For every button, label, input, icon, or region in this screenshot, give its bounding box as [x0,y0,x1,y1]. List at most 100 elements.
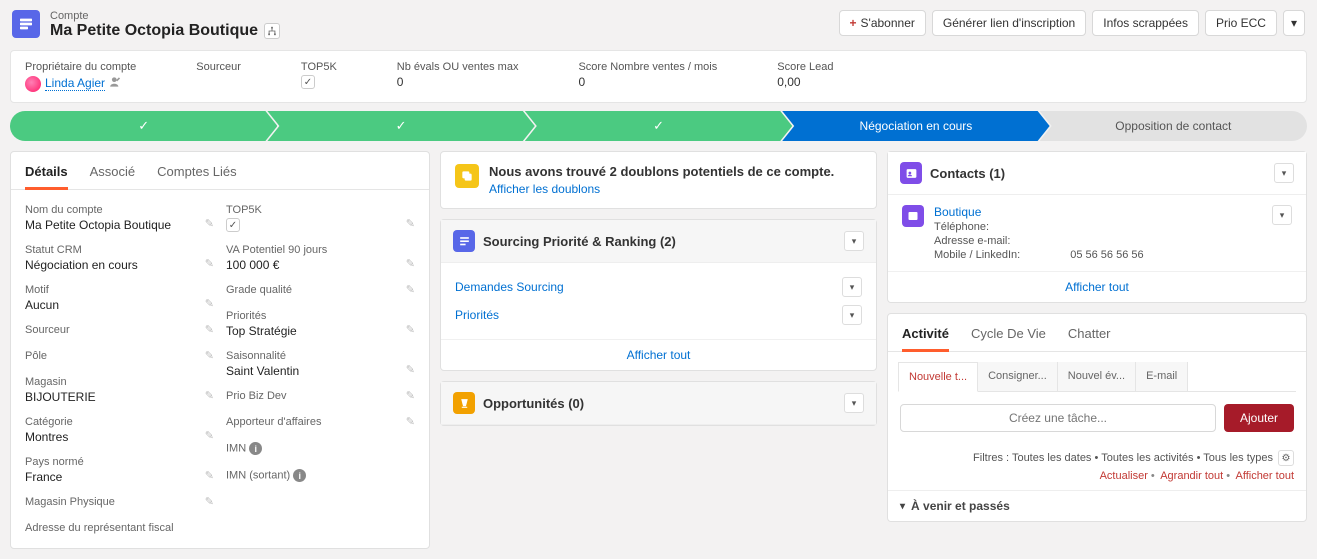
sourcing-card: Sourcing Priorité & Ranking (2) ▾ Demand… [440,219,877,371]
check-icon: ✓ [653,118,664,134]
edit-icon[interactable]: ✎ [406,363,415,376]
subtab-nouvel-evenement[interactable]: Nouvel év... [1058,362,1136,391]
tab-cycle-vie[interactable]: Cycle De Vie [971,314,1046,351]
contacts-menu-button[interactable]: ▾ [1274,163,1294,183]
hl-owner: Propriétaire du compte Linda Agier [25,61,136,92]
info-icon[interactable]: i [293,469,306,482]
contact-row-menu-button[interactable]: ▾ [1272,205,1292,225]
contact-name-link[interactable]: Boutique [934,205,981,219]
hl-top5k: TOP5K ✓ [301,61,337,92]
tab-associe[interactable]: Associé [90,152,136,189]
upcoming-section[interactable]: ▾ À venir et passés [888,490,1306,521]
path-step-current[interactable]: Négociation en cours [782,111,1049,141]
flabel: Pays normé [25,456,214,468]
field-top5k: TOP5K ✓✎ [226,204,415,232]
contact-actions: ▾ [1272,205,1292,261]
flabel: IMN (sortant) i [226,469,415,482]
fvalue: Top Stratégie [226,324,415,338]
contacts-footer: Afficher tout [888,271,1306,302]
opportunities-menu-button[interactable]: ▾ [844,393,864,413]
gear-icon[interactable]: ⚙ [1278,450,1294,466]
tab-activite[interactable]: Activité [902,314,949,351]
contact-item-icon [902,205,924,227]
subtab-consigner[interactable]: Consigner... [978,362,1058,391]
path-step-complete[interactable]: ✓ [10,111,277,141]
sourcing-body: Demandes Sourcing ▾ Priorités ▾ [441,263,876,339]
edit-icon[interactable]: ✎ [205,469,214,482]
fvalue: ✓ [226,218,415,232]
row-menu-button[interactable]: ▾ [842,277,862,297]
task-subject-input[interactable] [900,404,1216,432]
flabel: Saisonnalité [226,350,415,362]
edit-icon[interactable]: ✎ [406,415,415,428]
view-all-link[interactable]: Afficher tout [1236,470,1295,482]
path-step-future[interactable]: Opposition de contact [1040,111,1307,141]
edit-icon[interactable]: ✎ [406,257,415,270]
detail-col-right: TOP5K✓✎ VA Potentiel 90 jours100 000 €✎ … [226,204,415,534]
edit-icon[interactable]: ✎ [205,297,214,310]
row-menu-button[interactable]: ▾ [842,305,862,325]
path-step-complete[interactable]: ✓ [267,111,534,141]
add-task-button[interactable]: Ajouter [1224,404,1294,432]
edit-icon[interactable]: ✎ [205,349,214,362]
activity-card: Activité Cycle De Vie Chatter Nouvelle t… [887,313,1307,522]
priorites-link[interactable]: Priorités [455,308,499,322]
check-icon: ✓ [396,118,407,134]
sourcing-row: Priorités ▾ [455,301,862,329]
infos-scrapped-button[interactable]: Infos scrappées [1092,10,1199,36]
edit-icon[interactable]: ✎ [205,323,214,336]
refresh-link[interactable]: Actualiser [1100,470,1148,482]
field-motif: MotifAucun✎ [25,284,214,312]
more-actions-button[interactable]: ▾ [1283,10,1305,36]
field-magasin: MagasinBIJOUTERIE✎ [25,376,214,404]
detail-col-left: Nom du compteMa Petite Octopia Boutique✎… [25,204,214,534]
hl-scorelead-value: 0,00 [777,75,833,89]
activity-tabs: Activité Cycle De Vie Chatter [888,314,1306,352]
contacts-card: Contacts (1) ▾ Boutique Téléphone: Adres… [887,151,1307,303]
contacts-header: Contacts (1) ▾ [888,152,1306,195]
change-owner-icon[interactable] [109,75,123,92]
tab-details[interactable]: Détails [25,152,68,189]
demandes-sourcing-link[interactable]: Demandes Sourcing [455,280,564,294]
edit-icon[interactable]: ✎ [406,389,415,402]
edit-icon[interactable]: ✎ [205,217,214,230]
field-saisonnalite: SaisonnalitéSaint Valentin✎ [226,350,415,378]
header-left: Compte Ma Petite Octopia Boutique [12,10,280,40]
top5k-checkbox: ✓ [301,75,315,89]
field-priorites: PrioritésTop Stratégie✎ [226,310,415,338]
fvalue: Ma Petite Octopia Boutique [25,218,214,232]
sourcing-menu-button[interactable]: ▾ [844,231,864,251]
contacts-title: Contacts (1) [930,166,1266,181]
tab-chatter[interactable]: Chatter [1068,314,1111,351]
flabel: TOP5K [226,204,415,216]
hl-nbevals-label: Nb évals OU ventes max [397,61,519,73]
hierarchy-icon[interactable] [264,23,280,39]
edit-icon[interactable]: ✎ [205,389,214,402]
hl-top5k-value: ✓ [301,75,337,89]
contacts-view-all-link[interactable]: Afficher tout [1065,280,1129,294]
tab-comptes-lies[interactable]: Comptes Liés [157,152,236,189]
edit-icon[interactable]: ✎ [406,323,415,336]
chevron-down-icon: ▾ [900,501,905,512]
edit-icon[interactable]: ✎ [205,429,214,442]
subtab-email[interactable]: E-mail [1136,362,1188,391]
sourcing-view-all-link[interactable]: Afficher tout [627,348,691,362]
owner-link[interactable]: Linda Agier [45,76,105,91]
flabel: Statut CRM [25,244,214,256]
hl-sourceur: Sourceur [196,61,241,92]
edit-icon[interactable]: ✎ [406,217,415,230]
generate-link-button[interactable]: Générer lien d'inscription [932,10,1086,36]
path-step-complete[interactable]: ✓ [525,111,792,141]
info-icon[interactable]: i [249,442,262,455]
record-type-label: Compte [50,10,280,22]
edit-icon[interactable]: ✎ [205,257,214,270]
expand-all-link[interactable]: Agrandir tout [1160,470,1223,482]
follow-button[interactable]: +S'abonner [839,10,926,36]
prio-ecc-button[interactable]: Prio ECC [1205,10,1277,36]
show-duplicates-link[interactable]: Afficher les doublons [489,182,834,196]
fvalue: Négociation en cours [25,258,214,272]
subtab-nouvelle-tache[interactable]: Nouvelle t... [898,362,978,392]
edit-icon[interactable]: ✎ [205,495,214,508]
opportunities-header: Opportunités (0) ▾ [441,382,876,425]
edit-icon[interactable]: ✎ [406,283,415,296]
